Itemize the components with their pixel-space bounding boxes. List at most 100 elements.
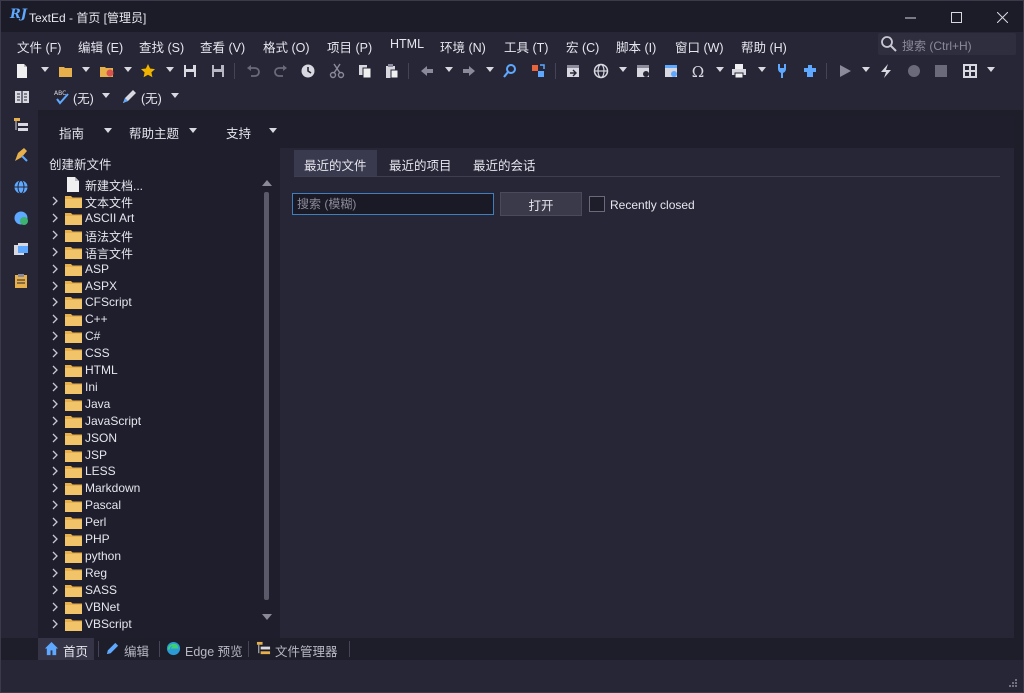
undo-icon[interactable] (243, 61, 263, 81)
tree-folder[interactable]: Markdown (40, 480, 260, 497)
nav-guide[interactable]: 指南 (59, 123, 84, 142)
file-info-icon[interactable] (633, 61, 653, 81)
open-dropdown[interactable] (82, 67, 90, 72)
chevron-right-icon[interactable] (50, 416, 60, 426)
chevron-right-icon[interactable] (50, 534, 60, 544)
chevron-right-icon[interactable] (50, 331, 60, 341)
document-map-icon[interactable] (12, 87, 32, 107)
tree-folder[interactable]: VBScript (40, 616, 260, 633)
support-dropdown[interactable] (269, 128, 277, 133)
new-file-icon[interactable] (12, 61, 32, 81)
chevron-right-icon[interactable] (50, 348, 60, 358)
tree-folder[interactable]: CFScript (40, 294, 260, 311)
menu-tools[interactable]: 工具 (T) (504, 37, 548, 56)
cut-icon[interactable] (327, 61, 347, 81)
print-dropdown[interactable] (758, 67, 766, 72)
layout-dropdown[interactable] (987, 67, 995, 72)
menu-find[interactable]: 查找 (S) (139, 37, 184, 56)
tree-folder[interactable]: PHP (40, 531, 260, 548)
menu-script[interactable]: 脚本 (I) (616, 37, 656, 56)
paste-icon[interactable] (382, 61, 402, 81)
chevron-right-icon[interactable] (50, 297, 60, 307)
menu-format[interactable]: 格式 (O) (263, 37, 310, 56)
chevron-right-icon[interactable] (50, 399, 60, 409)
window-list-icon[interactable] (12, 241, 30, 259)
recently-closed-checkbox[interactable] (589, 196, 605, 212)
spellcheck-dropdown[interactable] (102, 93, 110, 98)
highlight-scheme-select[interactable]: (无) (141, 88, 162, 107)
stop-icon[interactable] (931, 61, 951, 81)
menu-edit[interactable]: 编辑 (E) (78, 37, 123, 56)
chevron-right-icon[interactable] (50, 602, 60, 612)
chevron-right-icon[interactable] (50, 568, 60, 578)
back-icon[interactable] (417, 61, 437, 81)
spellcheck-language-select[interactable]: (无) (73, 88, 94, 107)
lightning-icon[interactable] (876, 61, 896, 81)
goto-icon[interactable] (563, 61, 583, 81)
web-icon[interactable] (12, 178, 30, 196)
tree-folder[interactable]: HTML (40, 362, 260, 379)
scroll-up-arrow-icon[interactable] (262, 180, 272, 186)
find-icon[interactable] (500, 61, 520, 81)
chevron-right-icon[interactable] (50, 382, 60, 392)
close-button[interactable] (979, 1, 1024, 33)
menu-html[interactable]: HTML (390, 37, 424, 51)
omega-dropdown[interactable] (716, 67, 724, 72)
tree-folder[interactable]: C# (40, 328, 260, 345)
maximize-button[interactable] (933, 1, 979, 33)
scroll-thumb[interactable] (264, 192, 269, 600)
omega-icon[interactable]: Ω (688, 61, 708, 81)
tab-edit[interactable]: 编辑 (99, 638, 155, 660)
recent-files-search-input[interactable] (292, 193, 494, 215)
copy-icon[interactable] (355, 61, 375, 81)
clip-library-icon[interactable] (12, 146, 30, 164)
chevron-right-icon[interactable] (50, 450, 60, 460)
chevron-right-icon[interactable] (50, 619, 60, 629)
chevron-right-icon[interactable] (50, 551, 60, 561)
star-dropdown[interactable] (166, 67, 174, 72)
tree-item-new-document[interactable]: 新建文档... (40, 176, 260, 193)
tree-folder[interactable]: LESS (40, 463, 260, 480)
tab-home[interactable]: 首页 (38, 638, 95, 660)
layout-icon[interactable] (960, 61, 980, 81)
spellcheck-icon[interactable]: ABC (52, 87, 72, 107)
run-icon[interactable] (835, 61, 855, 81)
tree-folder[interactable]: JSP (40, 447, 260, 464)
chevron-right-icon[interactable] (50, 500, 60, 510)
chevron-right-icon[interactable] (50, 466, 60, 476)
chevron-right-icon[interactable] (50, 365, 60, 375)
save-all-icon[interactable] (208, 61, 228, 81)
tree-folder[interactable]: 语言文件 (40, 244, 260, 261)
tree-folder[interactable]: ASCII Art (40, 210, 260, 227)
new-file-dropdown[interactable] (41, 67, 49, 72)
tree-folder[interactable]: C++ (40, 311, 260, 328)
ftp-icon[interactable] (12, 209, 30, 227)
save-icon[interactable] (180, 61, 200, 81)
chevron-right-icon[interactable] (50, 196, 60, 206)
chevron-right-icon[interactable] (50, 517, 60, 527)
tree-folder[interactable]: Pascal (40, 497, 260, 514)
tab-recent-projects[interactable]: 最近的项目 (379, 150, 462, 176)
favorites-folder-icon[interactable] (97, 61, 117, 81)
print-icon[interactable] (729, 61, 749, 81)
tab-recent-sessions[interactable]: 最近的会话 (463, 150, 546, 176)
browser-dropdown[interactable] (619, 67, 627, 72)
favorites-dropdown[interactable] (124, 67, 132, 72)
forward-dropdown[interactable] (486, 67, 494, 72)
highlighter-icon[interactable] (119, 87, 139, 107)
plugin-icon[interactable] (800, 61, 820, 81)
guide-dropdown[interactable] (104, 128, 112, 133)
tree-folder[interactable]: JavaScript (40, 413, 260, 430)
menu-environment[interactable]: 环境 (N) (440, 37, 486, 56)
browser-icon[interactable] (591, 61, 611, 81)
replace-icon[interactable] (528, 61, 548, 81)
tree-folder[interactable]: 语法文件 (40, 227, 260, 244)
minimize-button[interactable] (887, 1, 933, 33)
outline-icon[interactable] (12, 116, 30, 134)
forward-icon[interactable] (459, 61, 479, 81)
menu-macro[interactable]: 宏 (C) (566, 37, 599, 56)
menu-view[interactable]: 查看 (V) (200, 37, 245, 56)
menu-file[interactable]: 文件 (F) (17, 37, 61, 56)
tree-folder[interactable]: CSS (40, 345, 260, 362)
chevron-right-icon[interactable] (50, 585, 60, 595)
